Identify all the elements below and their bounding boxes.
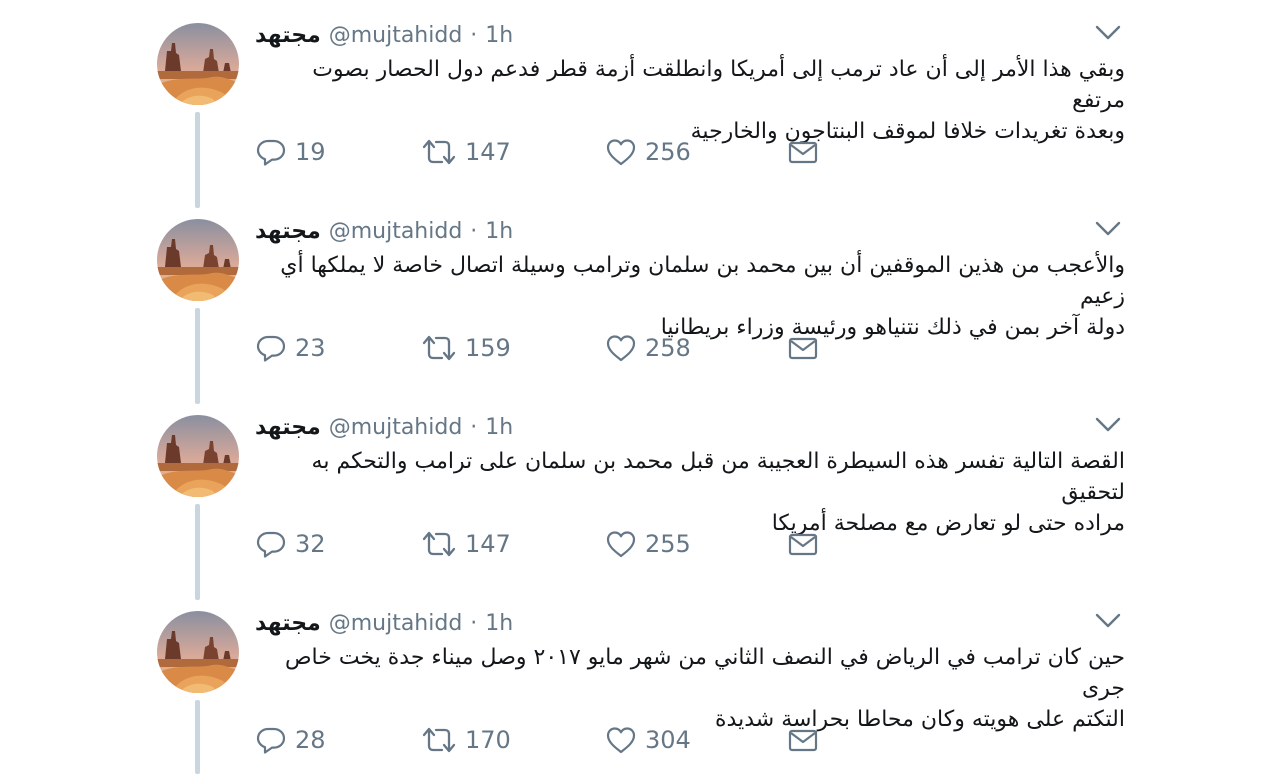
tweet-text-line: حين كان ترامب في الرياض في النصف الثاني … [284, 645, 1125, 701]
user-handle[interactable]: @mujtahidd [329, 23, 463, 48]
retweet-button[interactable]: 147 [421, 132, 511, 172]
retweet-count: 159 [465, 334, 511, 362]
retweet-count: 170 [465, 726, 511, 754]
direct-message-button[interactable] [787, 720, 819, 760]
heart-icon [605, 724, 637, 756]
reply-icon [255, 724, 287, 756]
retweet-icon [421, 724, 457, 756]
reply-button[interactable]: 32 [255, 524, 326, 564]
like-button[interactable]: 255 [605, 524, 691, 564]
like-button[interactable]: 256 [605, 132, 691, 172]
tweet-actions: 23 159 258 [255, 328, 1125, 368]
tweet-header: مجتهد @mujtahidd · 1h [255, 607, 1125, 639]
tweet-text: القصة التالية تفسر هذه السيطرة العجيبة م… [255, 446, 1125, 536]
timestamp[interactable]: 1h [485, 611, 513, 636]
display-name[interactable]: مجتهد [255, 23, 321, 48]
tweet[interactable]: مجتهد @mujtahidd · 1h والأعجب من هذين ال… [0, 196, 1280, 392]
reply-count: 28 [295, 726, 326, 754]
envelope-icon [787, 136, 819, 168]
chevron-down-icon[interactable] [1093, 610, 1123, 632]
reply-button[interactable]: 19 [255, 132, 326, 172]
separator-dot: · [470, 22, 478, 48]
reply-icon [255, 332, 287, 364]
like-button[interactable]: 304 [605, 720, 691, 760]
tweet-text-line: وبقي هذا الأمر إلى أن عاد ترمب إلى أمريك… [312, 57, 1125, 113]
display-name[interactable]: مجتهد [255, 415, 321, 440]
retweet-button[interactable]: 170 [421, 720, 511, 760]
tweet-text: وبقي هذا الأمر إلى أن عاد ترمب إلى أمريك… [255, 54, 1125, 144]
envelope-icon [787, 724, 819, 756]
retweet-count: 147 [465, 530, 511, 558]
tweet-text-line: القصة التالية تفسر هذه السيطرة العجيبة م… [311, 449, 1125, 505]
retweet-icon [421, 528, 457, 560]
user-handle[interactable]: @mujtahidd [329, 415, 463, 440]
retweet-icon [421, 136, 457, 168]
tweet-actions: 19 147 256 [255, 132, 1125, 172]
reply-icon [255, 528, 287, 560]
display-name[interactable]: مجتهد [255, 219, 321, 244]
tweet-actions: 32 147 255 [255, 524, 1125, 564]
avatar[interactable] [157, 23, 239, 105]
heart-icon [605, 528, 637, 560]
reply-count: 23 [295, 334, 326, 362]
like-button[interactable]: 258 [605, 328, 691, 368]
reply-count: 19 [295, 138, 326, 166]
retweet-count: 147 [465, 138, 511, 166]
tweet-actions: 28 170 304 [255, 720, 1125, 760]
tweet-text: والأعجب من هذين الموقفين أن بين محمد بن … [255, 250, 1125, 340]
user-handle[interactable]: @mujtahidd [329, 219, 463, 244]
user-handle[interactable]: @mujtahidd [329, 611, 463, 636]
tweet-header: مجتهد @mujtahidd · 1h [255, 19, 1125, 51]
separator-dot: · [470, 218, 478, 244]
chevron-down-icon[interactable] [1093, 218, 1123, 240]
avatar[interactable] [157, 415, 239, 497]
timestamp[interactable]: 1h [485, 23, 513, 48]
retweet-button[interactable]: 147 [421, 524, 511, 564]
avatar[interactable] [157, 611, 239, 693]
reply-icon [255, 136, 287, 168]
heart-icon [605, 136, 637, 168]
retweet-button[interactable]: 159 [421, 328, 511, 368]
heart-icon [605, 332, 637, 364]
like-count: 258 [645, 334, 691, 362]
separator-dot: · [470, 610, 478, 636]
tweet[interactable]: مجتهد @mujtahidd · 1h وبقي هذا الأمر إلى… [0, 0, 1280, 196]
envelope-icon [787, 528, 819, 560]
envelope-icon [787, 332, 819, 364]
avatar[interactable] [157, 219, 239, 301]
reply-button[interactable]: 28 [255, 720, 326, 760]
tweet-header: مجتهد @mujtahidd · 1h [255, 215, 1125, 247]
tweet-text-line: والأعجب من هذين الموقفين أن بين محمد بن … [280, 253, 1125, 309]
like-count: 304 [645, 726, 691, 754]
chevron-down-icon[interactable] [1093, 22, 1123, 44]
direct-message-button[interactable] [787, 328, 819, 368]
tweet[interactable]: مجتهد @mujtahidd · 1h حين كان ترامب في ا… [0, 588, 1280, 784]
chevron-down-icon[interactable] [1093, 414, 1123, 436]
reply-count: 32 [295, 530, 326, 558]
separator-dot: · [470, 414, 478, 440]
timestamp[interactable]: 1h [485, 219, 513, 244]
like-count: 256 [645, 138, 691, 166]
tweet-text: حين كان ترامب في الرياض في النصف الثاني … [255, 642, 1125, 732]
tweet[interactable]: مجتهد @mujtahidd · 1h القصة التالية تفسر… [0, 392, 1280, 588]
reply-button[interactable]: 23 [255, 328, 326, 368]
display-name[interactable]: مجتهد [255, 611, 321, 636]
timestamp[interactable]: 1h [485, 415, 513, 440]
retweet-icon [421, 332, 457, 364]
direct-message-button[interactable] [787, 524, 819, 564]
tweet-header: مجتهد @mujtahidd · 1h [255, 411, 1125, 443]
like-count: 255 [645, 530, 691, 558]
direct-message-button[interactable] [787, 132, 819, 172]
